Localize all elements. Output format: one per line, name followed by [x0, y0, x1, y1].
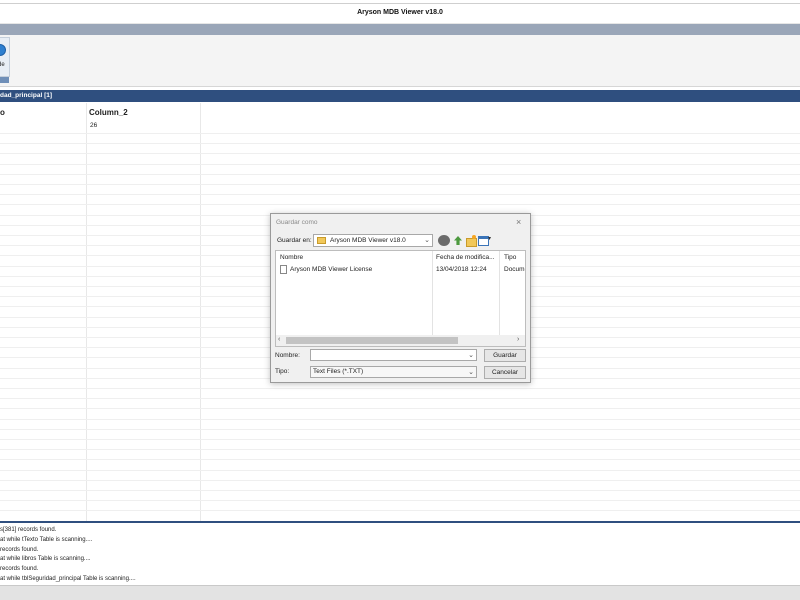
grid-row-line [0, 510, 800, 512]
grid-row-line [0, 143, 800, 145]
chevron-down-icon: ⌄ [468, 352, 474, 359]
ribbon-button-partial[interactable]: de [0, 37, 10, 77]
grid-row-line [0, 184, 800, 185]
grid-row-line [0, 469, 800, 471]
grid-cell[interactable]: 26 [90, 122, 97, 129]
ribbon-button-label: de [0, 62, 5, 68]
filetype-value: Text Files (*.TXT) [313, 368, 364, 375]
grid-row-line [0, 459, 800, 461]
status-bar [0, 585, 800, 600]
log-line: at while tTexto Table is scanning.... [0, 537, 93, 543]
new-folder-icon[interactable] [465, 235, 477, 247]
column-header-date[interactable]: Fecha de modifica... [436, 254, 495, 261]
grid-row-line [0, 449, 800, 451]
filetype-dropdown[interactable]: Text Files (*.TXT) ⌄ [310, 366, 477, 378]
filetype-label: Tipo: [275, 368, 290, 375]
close-icon[interactable]: × [516, 217, 521, 227]
up-folder-icon[interactable] [452, 235, 464, 246]
log-line: records found. [0, 547, 39, 553]
save-button[interactable]: Guardar [484, 349, 526, 362]
dialog-title: Guardar como [276, 219, 318, 226]
grid-row-line [0, 133, 800, 134]
log-line: at while tblSeguridad_principal Table is… [0, 576, 136, 582]
grid-row-line [0, 163, 800, 165]
save-in-value: Aryson MDB Viewer v18.0 [330, 237, 406, 244]
grid-column-divider [86, 103, 87, 521]
grid-row-line [0, 153, 800, 155]
filename-field[interactable]: ⌄ [310, 349, 477, 361]
menu-strip [0, 24, 800, 35]
column-header-type[interactable]: Tipo [504, 254, 516, 261]
grid-row-line [0, 204, 800, 206]
ribbon-button-icon [0, 44, 6, 56]
ribbon-group-marker [0, 77, 9, 83]
file-date: 13/04/2018 12:24 [436, 266, 487, 273]
save-as-dialog: Guardar como × Guardar en: Aryson MDB Vi… [270, 213, 531, 383]
grid-row-line [0, 500, 800, 502]
chevron-down-icon: ⌄ [424, 237, 430, 244]
log-line: s[381] records found. [0, 527, 57, 533]
grid-row-line [0, 479, 800, 481]
tab-table[interactable]: dad_principal [1] [0, 92, 52, 99]
column-divider[interactable] [499, 251, 500, 335]
column-header[interactable]: o [0, 108, 5, 117]
file-type: Docume [504, 266, 526, 273]
sort-caret-icon: ^ [350, 250, 353, 254]
grid-row-line [0, 439, 800, 440]
grid-row-line [0, 490, 800, 491]
grid-row-line [0, 418, 800, 420]
text-file-icon [280, 265, 287, 274]
scroll-right-icon[interactable]: › [517, 336, 519, 343]
chevron-down-icon: ⌄ [468, 369, 474, 376]
column-header-name[interactable]: Nombre [280, 254, 303, 261]
save-in-label: Guardar en: [277, 237, 312, 244]
column-header[interactable]: Column_2 [89, 108, 128, 117]
title-bar: Aryson MDB Viewer v18.0 [0, 0, 800, 24]
title-bar-border [0, 3, 800, 4]
save-in-dropdown[interactable]: Aryson MDB Viewer v18.0 ⌄ [313, 234, 433, 247]
grid-row-line [0, 408, 800, 410]
scrollbar-thumb[interactable] [286, 337, 458, 344]
table-tab-strip: dad_principal [1] [0, 90, 800, 102]
grid-row-line [0, 173, 800, 175]
back-arrow-icon[interactable] [438, 235, 450, 246]
log-line: records found. [0, 566, 39, 572]
view-menu-icon[interactable] [478, 235, 492, 246]
cancel-button[interactable]: Cancelar [484, 366, 526, 379]
grid-row-line [0, 194, 800, 196]
grid-row-line [0, 388, 800, 389]
filename-label: Nombre: [275, 352, 300, 359]
grid-row-line [0, 428, 800, 430]
file-list: ^ Nombre Fecha de modifica... Tipo Aryso… [275, 250, 526, 347]
grid-row-line [0, 398, 800, 400]
grid-column-divider [200, 103, 201, 521]
scroll-left-icon[interactable]: ‹ [278, 336, 280, 343]
log-panel: s[381] records found. at while tTexto Ta… [0, 521, 800, 585]
window-title: Aryson MDB Viewer v18.0 [357, 9, 443, 16]
log-line: at while libros Table is scanning.... [0, 556, 91, 562]
ribbon-toolbar: de [0, 35, 800, 87]
folder-icon [317, 237, 326, 244]
file-name[interactable]: Aryson MDB Viewer License [290, 266, 372, 273]
horizontal-scrollbar[interactable]: ‹ › [276, 335, 525, 346]
column-divider[interactable] [432, 251, 433, 335]
